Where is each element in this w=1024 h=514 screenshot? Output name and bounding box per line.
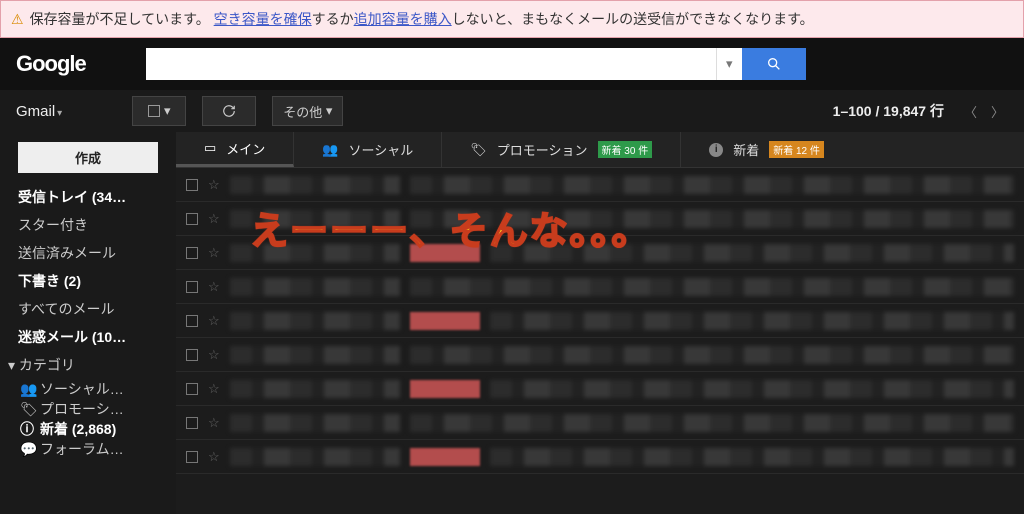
star-icon[interactable]: ☆ (208, 177, 220, 193)
table-row[interactable]: ☆ (176, 168, 1024, 202)
updates-badge: 新着 12 件 (769, 141, 824, 158)
storage-warning-banner: ⚠ 保存容量が不足しています。 空き容量を確保するか追加容量を購入しないと、まも… (0, 0, 1024, 38)
star-icon[interactable]: ☆ (208, 245, 220, 261)
table-row[interactable]: ☆ (176, 236, 1024, 270)
search-input[interactable] (146, 48, 716, 80)
row-checkbox[interactable] (186, 315, 198, 327)
more-button[interactable]: その他 ▾ (272, 96, 343, 126)
nav-cat-promo[interactable]: 🏷プロモーシ… (0, 399, 176, 419)
nav-starred[interactable]: スター付き (0, 211, 176, 239)
info-icon: i (709, 143, 723, 157)
buy-storage-link[interactable]: 追加容量を購入 (354, 11, 452, 27)
refresh-icon (222, 104, 236, 118)
left-nav: 作成 受信トレイ (34… スター付き 送信済みメール 下書き (2) すべての… (0, 132, 176, 514)
search-icon (766, 56, 782, 72)
forum-icon: 💬 (20, 441, 34, 458)
content-area: ▭ メイン 👥 ソーシャル 🏷 プロモーション 新着 30 件 i 新着 新着 … (176, 132, 1024, 514)
table-row[interactable]: ☆ (176, 372, 1024, 406)
table-row[interactable]: ☆ (176, 202, 1024, 236)
tag-icon: 🏷 (20, 401, 34, 418)
row-checkbox[interactable] (186, 213, 198, 225)
row-checkbox[interactable] (186, 179, 198, 191)
nav-categories-label[interactable]: ▾ カテゴリ (0, 351, 176, 379)
star-icon[interactable]: ☆ (208, 211, 220, 227)
free-up-space-link[interactable]: 空き容量を確保 (214, 11, 312, 27)
row-checkbox[interactable] (186, 349, 198, 361)
toolbar: ▾ その他 ▾ 1–100 / 19,847 行 〈 〉 (132, 96, 1008, 126)
promo-badge: 新着 30 件 (598, 141, 653, 158)
table-row[interactable]: ☆ (176, 440, 1024, 474)
table-row[interactable]: ☆ (176, 406, 1024, 440)
info-icon: ⓘ (20, 419, 34, 439)
compose-button[interactable]: 作成 (18, 142, 158, 173)
people-icon: 👥 (322, 142, 338, 158)
table-row[interactable]: ☆ (176, 338, 1024, 372)
nav-spam[interactable]: 迷惑メール (10… (0, 323, 176, 351)
nav-sent[interactable]: 送信済みメール (0, 239, 176, 267)
search-button[interactable] (742, 48, 806, 80)
nav-cat-forum[interactable]: 💬フォーラム… (0, 439, 176, 459)
row-checkbox[interactable] (186, 451, 198, 463)
nav-cat-updates[interactable]: ⓘ新着 (2,868) (0, 419, 176, 439)
message-list: ☆ ☆ ☆ ☆ ☆ ☆ ☆ ☆ ☆ (176, 168, 1024, 514)
refresh-button[interactable] (202, 96, 256, 126)
banner-text: 保存容量が不足しています。 空き容量を確保するか追加容量を購入しないと、まもなく… (30, 9, 814, 29)
tag-icon: 🏷 (470, 142, 487, 158)
nav-all-mail[interactable]: すべてのメール (0, 295, 176, 323)
tab-promotions[interactable]: 🏷 プロモーション 新着 30 件 (442, 132, 681, 167)
warning-icon: ⚠ (11, 11, 24, 28)
row-checkbox[interactable] (186, 247, 198, 259)
gmail-dropdown[interactable]: Gmail▾ (16, 103, 62, 120)
tab-primary[interactable]: ▭ メイン (176, 132, 294, 167)
star-icon[interactable]: ☆ (208, 381, 220, 397)
next-page-button[interactable]: 〉 (987, 98, 1008, 125)
nav-inbox[interactable]: 受信トレイ (34… (0, 183, 176, 211)
tab-updates[interactable]: i 新着 新着 12 件 (681, 132, 852, 167)
table-row[interactable]: ☆ (176, 304, 1024, 338)
row-checkbox[interactable] (186, 383, 198, 395)
row-checkbox[interactable] (186, 281, 198, 293)
search-container: ▾ (146, 48, 806, 80)
nav-cat-social[interactable]: 👥ソーシャル… (0, 379, 176, 399)
star-icon[interactable]: ☆ (208, 313, 220, 329)
nav-drafts[interactable]: 下書き (2) (0, 267, 176, 295)
pagination-counter: 1–100 / 19,847 行 (833, 101, 944, 121)
people-icon: 👥 (20, 381, 34, 398)
star-icon[interactable]: ☆ (208, 449, 220, 465)
star-icon[interactable]: ☆ (208, 279, 220, 295)
star-icon[interactable]: ☆ (208, 347, 220, 363)
inbox-icon: ▭ (204, 140, 216, 156)
secondary-bar: Gmail▾ ▾ その他 ▾ 1–100 / 19,847 行 〈 〉 (0, 90, 1024, 132)
select-all-button[interactable]: ▾ (132, 96, 186, 126)
category-tabs: ▭ メイン 👥 ソーシャル 🏷 プロモーション 新着 30 件 i 新着 新着 … (176, 132, 1024, 168)
google-logo: Google (16, 51, 86, 77)
tab-social[interactable]: 👥 ソーシャル (294, 132, 442, 167)
table-row[interactable]: ☆ (176, 270, 1024, 304)
prev-page-button[interactable]: 〈 (960, 98, 981, 125)
row-checkbox[interactable] (186, 417, 198, 429)
top-bar: Google ▾ (0, 38, 1024, 90)
search-options-dropdown[interactable]: ▾ (716, 48, 742, 80)
star-icon[interactable]: ☆ (208, 415, 220, 431)
